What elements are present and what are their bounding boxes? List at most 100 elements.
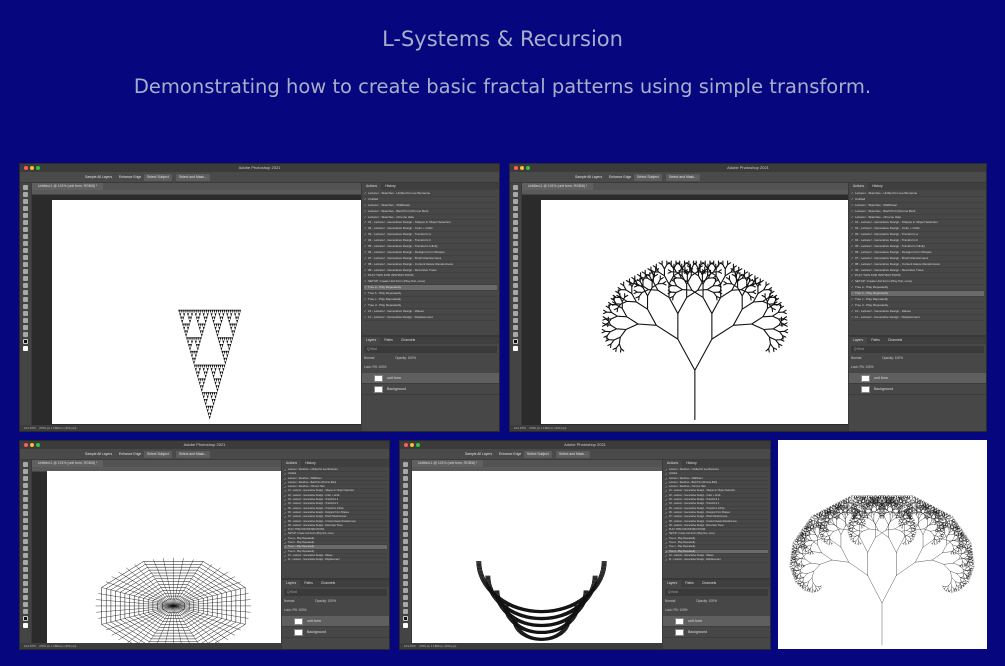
blend-mode-select[interactable]: Normal [665, 599, 675, 603]
tool-icon[interactable] [403, 469, 408, 474]
tool-icon[interactable] [403, 609, 408, 614]
tab-paths[interactable]: Paths [380, 337, 397, 344]
enhance-edge-checkbox[interactable]: Enhance Edge [116, 174, 144, 181]
opacity-field[interactable]: Opacity: 100% [395, 356, 416, 360]
tab-history[interactable]: History [301, 460, 320, 467]
tool-icon[interactable] [23, 248, 28, 253]
tool-icon[interactable] [23, 469, 28, 474]
tool-icon[interactable] [513, 213, 518, 218]
tool-icon[interactable] [23, 199, 28, 204]
tool-icon[interactable] [513, 199, 518, 204]
tool-icon[interactable] [23, 518, 28, 523]
color-swatch[interactable] [403, 616, 408, 621]
color-swatch[interactable] [513, 346, 518, 351]
tool-icon[interactable] [23, 602, 28, 607]
tool-icon[interactable] [513, 192, 518, 197]
tab-history[interactable]: History [682, 460, 701, 467]
tool-icon[interactable] [403, 497, 408, 502]
document-tab[interactable]: Untitled-1 @ 101% (unit form, RGB/8) * [522, 183, 594, 190]
tab-actions[interactable]: Actions [282, 460, 302, 467]
tool-icon[interactable] [403, 462, 408, 467]
blend-mode-select[interactable]: Normal [851, 356, 861, 360]
tool-icon[interactable] [513, 206, 518, 211]
select-and-mask-button[interactable]: Select and Mask... [556, 451, 590, 458]
layer-background[interactable]: Background [849, 384, 986, 395]
tab-channels[interactable]: Channels [698, 580, 720, 587]
tab-actions[interactable]: Actions [849, 183, 869, 190]
tool-icon[interactable] [23, 595, 28, 600]
tool-icon[interactable] [513, 276, 518, 281]
tool-icon[interactable] [513, 227, 518, 232]
layer-unit-form[interactable]: unit form [362, 373, 499, 384]
tool-icon[interactable] [513, 283, 518, 288]
tool-icon[interactable] [23, 269, 28, 274]
color-swatch[interactable] [23, 346, 28, 351]
tool-icon[interactable] [23, 560, 28, 565]
tool-icon[interactable] [23, 227, 28, 232]
document-canvas[interactable] [412, 471, 671, 644]
tool-icon[interactable] [23, 476, 28, 481]
tool-icon[interactable] [513, 290, 518, 295]
tool-icon[interactable] [23, 504, 28, 509]
tool-icon[interactable] [513, 248, 518, 253]
tool-icon[interactable] [23, 297, 28, 302]
tab-history[interactable]: History [381, 183, 400, 190]
tool-icon[interactable] [23, 497, 28, 502]
tab-layers[interactable]: Layers [663, 580, 682, 587]
tab-actions[interactable]: Actions [663, 460, 683, 467]
tool-icon[interactable] [23, 483, 28, 488]
lock-fill-row[interactable]: Lock: Fill: 100% [665, 607, 768, 614]
color-swatch[interactable] [23, 616, 28, 621]
opacity-field[interactable]: Opacity: 100% [696, 599, 717, 603]
tool-icon[interactable] [23, 262, 28, 267]
opacity-field[interactable]: Opacity: 100% [315, 599, 336, 603]
enhance-edge-checkbox[interactable]: Enhance Edge [606, 174, 634, 181]
document-tab[interactable]: Untitled-1 @ 101% (unit form, RGB/8) * [32, 460, 104, 467]
tab-channels[interactable]: Channels [884, 337, 906, 344]
layer-unit-form[interactable]: unit form [849, 373, 986, 384]
tool-icon[interactable] [513, 255, 518, 260]
layer-background[interactable]: Background [362, 384, 499, 395]
document-tab[interactable]: Untitled-1 @ 101% (unit form, RGB/8) * [32, 183, 104, 190]
tool-icon[interactable] [23, 206, 28, 211]
tool-icon[interactable] [403, 532, 408, 537]
tool-icon[interactable] [23, 304, 28, 309]
tool-icon[interactable] [403, 595, 408, 600]
tool-icon[interactable] [513, 297, 518, 302]
tab-actions[interactable]: Actions [362, 183, 382, 190]
tool-icon[interactable] [23, 532, 28, 537]
tab-layers[interactable]: Layers [362, 337, 381, 344]
tab-layers[interactable]: Layers [849, 337, 868, 344]
tab-paths[interactable]: Paths [681, 580, 698, 587]
tool-icon[interactable] [23, 609, 28, 614]
lock-fill-row[interactable]: Lock: Fill: 100% [284, 607, 387, 614]
tool-icon[interactable] [23, 276, 28, 281]
color-swatch[interactable] [23, 339, 28, 344]
tool-icon[interactable] [403, 525, 408, 530]
tool-icon[interactable] [23, 185, 28, 190]
select-and-mask-button[interactable]: Select and Mask... [176, 174, 210, 181]
tool-icon[interactable] [403, 574, 408, 579]
color-swatch[interactable] [403, 623, 408, 628]
tool-icon[interactable] [23, 539, 28, 544]
document-canvas[interactable] [52, 200, 366, 424]
tool-icon[interactable] [23, 332, 28, 337]
layer-background[interactable]: Background [663, 627, 770, 638]
tool-icon[interactable] [513, 325, 518, 330]
tool-icon[interactable] [513, 311, 518, 316]
color-swatch[interactable] [23, 623, 28, 628]
select-and-mask-button[interactable]: Select and Mask... [666, 174, 700, 181]
tool-icon[interactable] [403, 476, 408, 481]
select-subject-button[interactable]: Select Subject [144, 174, 172, 181]
tool-icon[interactable] [23, 311, 28, 316]
tool-icon[interactable] [403, 504, 408, 509]
layer-unit-form[interactable]: unit form [663, 616, 770, 627]
blend-mode-select[interactable]: Normal [284, 599, 294, 603]
tool-icon[interactable] [23, 255, 28, 260]
tool-icon[interactable] [403, 518, 408, 523]
tool-icon[interactable] [23, 325, 28, 330]
document-canvas[interactable] [541, 200, 855, 424]
opacity-field[interactable]: Opacity: 100% [882, 356, 903, 360]
tool-icon[interactable] [23, 581, 28, 586]
tab-channels[interactable]: Channels [317, 580, 339, 587]
